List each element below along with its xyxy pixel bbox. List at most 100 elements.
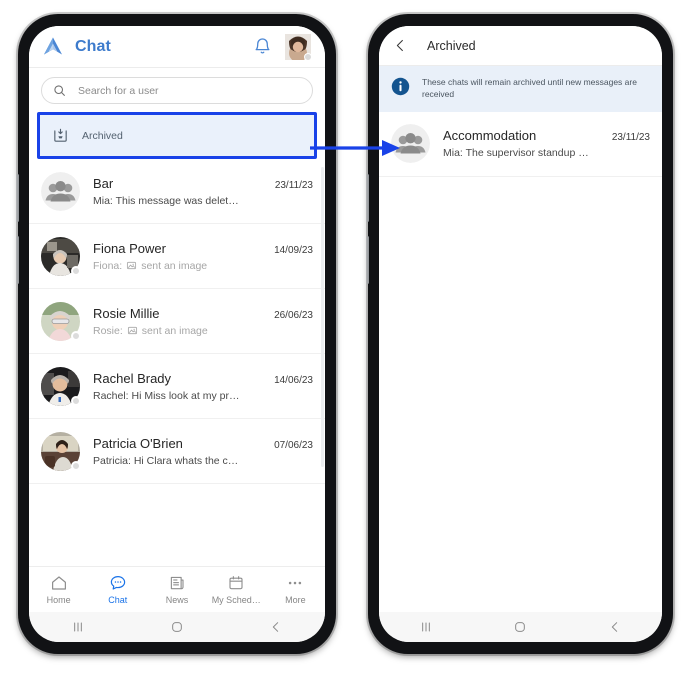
info-circle-icon (391, 77, 410, 96)
calendar-icon (227, 574, 245, 592)
more-dots-icon (286, 574, 304, 592)
archived-app-bar: Archived (379, 26, 662, 66)
photo-avatar (41, 236, 81, 276)
right-phone-device: Archived These chats will remain archive… (366, 14, 673, 654)
offline-status-dot (71, 265, 81, 276)
app-logo-icon (41, 35, 65, 59)
sidebar-item-archived[interactable]: Archived (40, 115, 314, 156)
tab-my-sched[interactable]: My Sched… (207, 574, 266, 605)
android-system-nav-right (379, 612, 662, 642)
chat-item-header: Rachel Brady 14/06/23 (93, 371, 313, 386)
search-icon (53, 84, 66, 97)
chat-item-preview: Mia: This message was delet… (93, 195, 313, 207)
chat-list-item[interactable]: Patricia O'Brien 07/06/23 Patricia: Hi Cla… (29, 419, 325, 484)
offline-status-dot (71, 330, 81, 341)
recents-icon[interactable] (70, 619, 86, 635)
image-attachment-icon (127, 325, 138, 336)
scrollbar[interactable] (321, 167, 324, 467)
home-icon (50, 574, 68, 592)
archived-label: Archived (82, 129, 123, 142)
chat-item-date: 23/11/23 (274, 179, 313, 191)
tab-news[interactable]: News (147, 574, 206, 605)
chat-item-body: Bar 23/11/23 Mia: This message was delet… (93, 176, 313, 207)
chat-list-item[interactable]: Rosie Millie 26/06/23 Rosie: sent an image (29, 289, 325, 354)
chat-item-date: 26/06/23 (274, 309, 313, 321)
chat-item-preview: Rosie: sent an image (93, 325, 313, 337)
chat-item-header: Fiona Power 14/09/23 (93, 241, 313, 256)
chat-item-body: Rachel Brady 14/06/23 Rachel: Hi Miss look… (93, 371, 313, 402)
screenshot-stage: Chat Search for a user Archived Bar 23/1… (0, 0, 688, 689)
preview-text: Rachel: Hi Miss look at my pr… (93, 389, 240, 402)
chat-item-header: Accommodation 23/11/23 (443, 128, 650, 143)
photo-avatar (41, 431, 81, 471)
chat-item-body: Rosie Millie 26/06/23 Rosie: sent an image (93, 306, 313, 337)
volume-up-button-right[interactable] (366, 174, 369, 222)
chat-list-item[interactable]: Bar 23/11/23 Mia: This message was delet… (29, 159, 325, 224)
chat-item-body: Patricia O'Brien 07/06/23 Patricia: Hi Cla… (93, 436, 313, 467)
archive-box-icon (52, 127, 69, 144)
tab-label: Chat (108, 595, 128, 605)
recents-icon[interactable] (418, 619, 434, 635)
search-placeholder: Search for a user (78, 84, 159, 97)
chat-item-name: Fiona Power (93, 240, 166, 256)
group-avatar (41, 171, 80, 211)
preview-text: Patricia: Hi Clara whats the c… (93, 454, 239, 467)
left-phone-device: Chat Search for a user Archived Bar 23/1… (16, 14, 336, 654)
back-chevron-icon[interactable] (393, 38, 408, 53)
info-banner-text: These chats will remain archived until n… (422, 77, 637, 100)
chat-app-bar: Chat (29, 26, 325, 68)
home-circle-icon[interactable] (169, 619, 185, 635)
image-attachment-icon (126, 260, 137, 271)
preview-text: sent an image (141, 324, 208, 337)
chat-item-preview: Fiona: sent an image (93, 260, 313, 272)
tab-label: My Sched… (211, 595, 261, 605)
chat-item-header: Rosie Millie 26/06/23 (93, 306, 313, 321)
archived-highlight-box: Archived (37, 112, 317, 159)
tab-chat[interactable]: Chat (88, 574, 147, 605)
chat-item-preview: Rachel: Hi Miss look at my pr… (93, 390, 313, 402)
left-phone-screen: Chat Search for a user Archived Bar 23/1… (29, 26, 325, 642)
chat-list-item[interactable]: Rachel Brady 14/06/23 Rachel: Hi Miss look… (29, 354, 325, 419)
avatar-image (41, 171, 80, 211)
avatar[interactable] (285, 33, 312, 61)
chat-item-header: Patricia O'Brien 07/06/23 (93, 436, 313, 451)
offline-status-dot (71, 460, 81, 471)
tab-label: News (165, 595, 189, 605)
back-chevron-icon[interactable] (268, 619, 284, 635)
photo-avatar (41, 366, 81, 406)
chat-list-item[interactable]: Accommodation 23/11/23 Mia: The supervisor… (379, 112, 662, 177)
chat-item-date: 14/09/23 (274, 244, 313, 256)
chat-list-item[interactable]: Fiona Power 14/09/23 Fiona: sent an image (29, 224, 325, 289)
android-system-nav (29, 612, 325, 642)
info-banner: These chats will remain archived until n… (379, 66, 662, 112)
chat-list[interactable]: Bar 23/11/23 Mia: This message was delet… … (29, 159, 325, 566)
chat-item-name: Rachel Brady (93, 370, 172, 386)
chat-item-name: Rosie Millie (93, 305, 160, 321)
preview-sender: Rosie: (93, 324, 123, 337)
tab-home[interactable]: Home (29, 574, 88, 605)
archived-page-title: Archived (427, 38, 476, 53)
tab-more[interactable]: More (266, 574, 325, 605)
search-input[interactable]: Search for a user (41, 77, 313, 104)
chat-item-name: Patricia O'Brien (93, 435, 183, 451)
bell-icon[interactable] (253, 37, 272, 56)
chat-item-body: Accommodation 23/11/23 Mia: The supervisor… (443, 128, 650, 159)
group-avatar (391, 124, 430, 164)
tab-label: More (285, 595, 306, 605)
avatar-image (391, 124, 430, 164)
back-chevron-icon[interactable] (607, 619, 623, 635)
page-title: Chat (75, 37, 111, 55)
offline-status-dot (304, 52, 312, 61)
preview-text: sent an image (141, 259, 208, 272)
volume-down-button-right[interactable] (366, 236, 369, 284)
volume-up-button[interactable] (16, 174, 19, 222)
volume-down-button[interactable] (16, 236, 19, 284)
preview-text: Mia: The supervisor standup … (443, 147, 589, 160)
chat-item-date: 14/06/23 (274, 374, 313, 386)
chat-item-name: Accommodation (443, 128, 537, 144)
chat-item-preview: Mia: The supervisor standup … (443, 147, 650, 159)
home-circle-icon[interactable] (512, 619, 528, 635)
chat-item-preview: Patricia: Hi Clara whats the c… (93, 455, 313, 467)
search-zone: Search for a user (29, 68, 325, 110)
archived-chat-list[interactable]: Accommodation 23/11/23 Mia: The supervisor… (379, 111, 662, 612)
